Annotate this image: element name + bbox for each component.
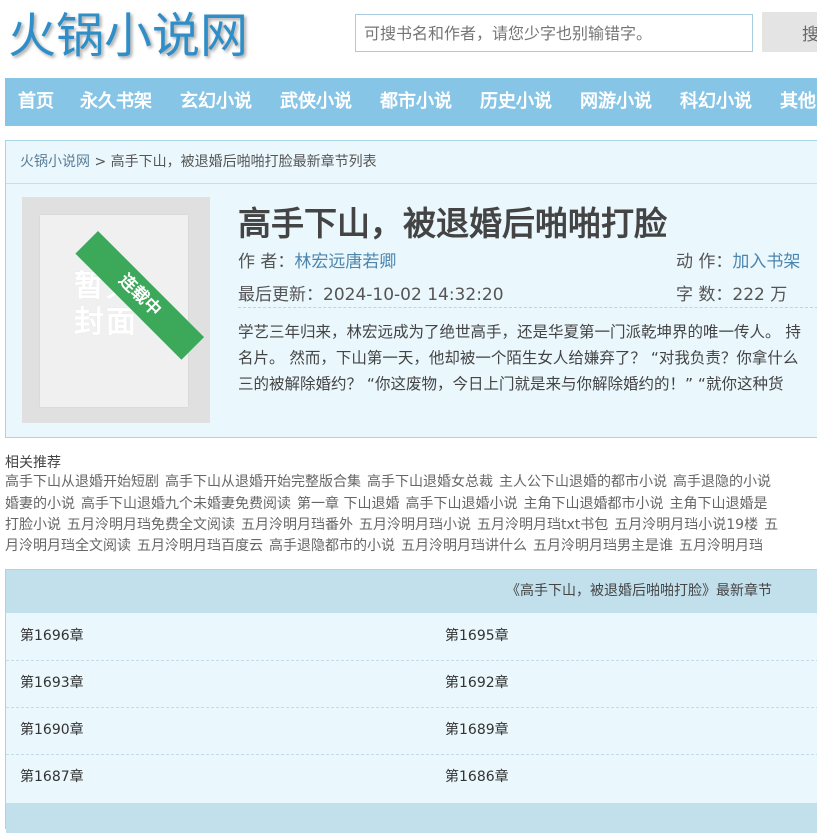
author-label: 作 者： — [238, 252, 295, 272]
book-title: 高手下山，被退婚后啪啪打脸 — [238, 204, 667, 243]
recommend-link[interactable]: 主角下山退婚是 — [669, 496, 767, 512]
chapter-row: 第1690章 第1689章 — [6, 707, 817, 755]
breadcrumb-separator: > — [90, 154, 111, 170]
add-to-bookshelf-link[interactable]: 加入书架 — [732, 252, 800, 272]
search-input[interactable] — [355, 14, 753, 52]
chapter-link[interactable]: 第1686章 — [445, 754, 509, 801]
recommend-link[interactable]: 主角下山退婚都市小说 — [523, 496, 663, 512]
chapter-link[interactable]: 第1689章 — [445, 707, 509, 754]
main-nav: 首页 永久书架 玄幻小说 武侠小说 都市小说 历史小说 网游小说 科幻小说 其他 — [5, 78, 817, 126]
nav-item-kehuan[interactable]: 科幻小说 — [680, 78, 752, 126]
words-label: 字 数： — [676, 285, 733, 305]
recommend-line: 婚妻的小说 高手下山退婚九个未婚妻免费阅读 第一章 下山退婚 高手下山退婚小说 主角下山… — [5, 494, 773, 515]
nav-item-home[interactable]: 首页 — [18, 78, 54, 126]
breadcrumb: 火锅小说网 > 高手下山，被退婚后啪啪打脸最新章节列表 — [6, 141, 817, 184]
recommend-link[interactable]: 五月泠明月珰百度云 — [137, 538, 263, 554]
recommend-link[interactable]: 高手退隐都市的小说 — [269, 538, 395, 554]
intro-line: 三的被解除婚约？ “你这废物，今日上门就是来与你解除婚约的！” “就你这种货 — [238, 375, 784, 393]
book-cover[interactable]: 暂无封面 连载中 — [22, 197, 210, 423]
updated-label: 最后更新： — [238, 285, 323, 305]
nav-item-dushi[interactable]: 都市小说 — [380, 78, 452, 126]
recommend-link[interactable]: 五月泠明月珰番外 — [241, 517, 353, 533]
recommend-link[interactable]: 打脸小说 — [5, 517, 61, 533]
recommend-link[interactable]: 高手退隐的小说 — [673, 474, 771, 490]
chapter-link[interactable]: 第1696章 — [20, 613, 84, 660]
search-button[interactable]: 搜 — [762, 12, 817, 52]
recommend-link[interactable]: 五月泠明月珰讲什么 — [401, 538, 527, 554]
chapters-header-title: 《高手下山，被退婚后啪啪打脸》最新章节 — [506, 583, 772, 599]
recommend-link[interactable]: 第一章 下山退婚 — [297, 496, 399, 512]
recommend-link[interactable]: 高手下山从退婚开始短剧 — [5, 474, 159, 490]
author-link[interactable]: 林宏远唐若卿 — [294, 252, 396, 272]
recommend-line: 月泠明月珰全文阅读 五月泠明月珰百度云 高手退隐都市的小说 五月泠明月珰讲什么 五月泠明… — [5, 536, 769, 557]
recommend-link[interactable]: 高手下山从退婚开始完整版合集 — [165, 474, 361, 490]
chapters-footer-bar — [6, 803, 817, 833]
site-logo[interactable]: 火锅小说网 — [8, 4, 248, 68]
recommend-link[interactable]: 五月泠明月珰男主是谁 — [533, 538, 673, 554]
nav-item-wuxia[interactable]: 武侠小说 — [280, 78, 352, 126]
nav-item-xuanhuan[interactable]: 玄幻小说 — [180, 78, 252, 126]
recommend-link[interactable]: 高手下山退婚九个未婚妻免费阅读 — [81, 496, 291, 512]
latest-chapters-panel: 《高手下山，被退婚后啪啪打脸》最新章节 第1696章 第1695章 第1693章… — [5, 569, 817, 833]
chapter-row: 第1687章 第1686章 — [6, 754, 817, 801]
chapter-row: 第1693章 第1692章 — [6, 660, 817, 708]
breadcrumb-current: 高手下山，被退婚后啪啪打脸最新章节列表 — [110, 154, 377, 170]
recommend-link[interactable]: 五月泠明月珰 — [679, 538, 763, 554]
recommend-link[interactable]: 婚妻的小说 — [5, 496, 75, 512]
chapter-link[interactable]: 第1687章 — [20, 754, 84, 801]
recommend-link[interactable]: 主人公下山退婚的都市小说 — [499, 474, 667, 490]
book-intro: 学艺三年归来，林宏远成为了绝世高手，还是华夏第一门派乾坤界的唯一传人。 持 名片… — [238, 319, 817, 397]
intro-line: 学艺三年归来，林宏远成为了绝世高手，还是华夏第一门派乾坤界的唯一传人。 持 — [238, 323, 801, 341]
action-row: 动 作：加入书架 — [676, 247, 800, 272]
meta-divider — [238, 307, 817, 308]
breadcrumb-home-link[interactable]: 火锅小说网 — [20, 154, 90, 170]
chapter-row: 第1696章 第1695章 — [6, 613, 817, 661]
recommend-link[interactable]: 高手下山退婚小说 — [405, 496, 517, 512]
nav-item-lishi[interactable]: 历史小说 — [480, 78, 552, 126]
words-row: 字 数：222 万 — [676, 280, 787, 305]
chapters-header: 《高手下山，被退婚后啪啪打脸》最新章节 — [6, 570, 817, 613]
recommend-line: 打脸小说 五月泠明月珰免费全文阅读 五月泠明月珰番外 五月泠明月珰小说 五月泠明月珰tx… — [5, 515, 784, 536]
nav-item-other[interactable]: 其他 — [780, 78, 816, 126]
recommend-line: 高手下山从退婚开始短剧 高手下山从退婚开始完整版合集 高手下山退婚女总裁 主人公下山退… — [5, 472, 777, 493]
recommend-link[interactable]: 五月泠明月珰txt书包 — [477, 517, 608, 533]
intro-line: 名片。 然而，下山第一天，他却被一个陌生女人给嫌弃了？ “对我负责？你拿什么 — [238, 349, 799, 367]
chapter-link[interactable]: 第1693章 — [20, 660, 84, 707]
updated-value: 2024-10-02 14:32:20 — [323, 285, 504, 305]
nav-item-wangyou[interactable]: 网游小说 — [580, 78, 652, 126]
recommend-link[interactable]: 月泠明月珰全文阅读 — [5, 538, 131, 554]
action-label: 动 作： — [676, 252, 733, 272]
recommend-link[interactable]: 高手下山退婚女总裁 — [367, 474, 493, 490]
words-value: 222 万 — [732, 285, 788, 305]
book-info-panel: 火锅小说网 > 高手下山，被退婚后啪啪打脸最新章节列表 暂无封面 连载中 高手下… — [5, 140, 817, 438]
updated-row: 最后更新：2024-10-02 14:32:20 — [238, 280, 504, 305]
chapter-link[interactable]: 第1690章 — [20, 707, 84, 754]
nav-item-bookshelf[interactable]: 永久书架 — [80, 78, 152, 126]
recommend-link[interactable]: 五月泠明月珰小说19楼 — [614, 517, 758, 533]
recommend-link[interactable]: 五 — [764, 517, 778, 533]
author-row: 作 者：林宏远唐若卿 — [238, 247, 396, 272]
chapter-link[interactable]: 第1695章 — [445, 613, 509, 660]
recommend-title: 相关推荐 — [5, 455, 61, 471]
chapter-link[interactable]: 第1692章 — [445, 660, 509, 707]
recommend-link[interactable]: 五月泠明月珰小说 — [359, 517, 471, 533]
recommend-link[interactable]: 五月泠明月珰免费全文阅读 — [67, 517, 235, 533]
